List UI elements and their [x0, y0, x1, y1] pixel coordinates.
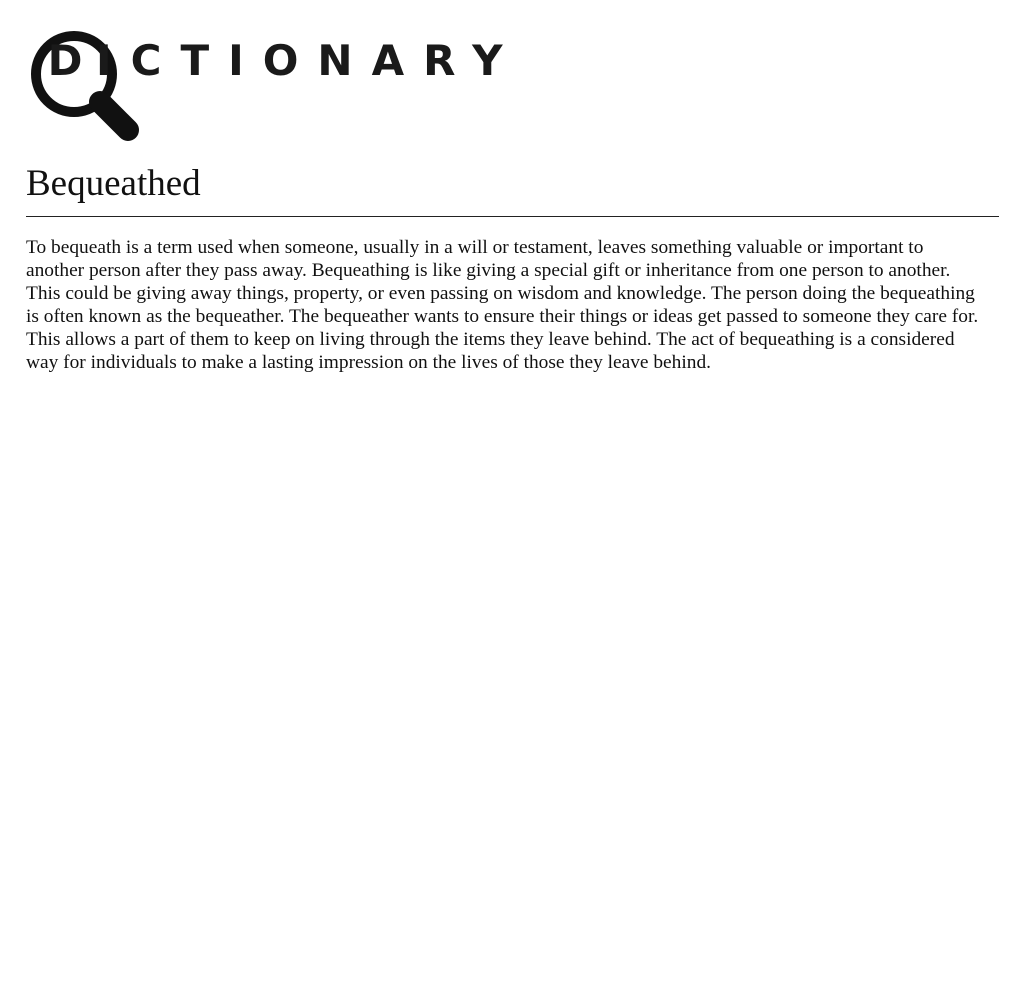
title-divider	[26, 216, 999, 217]
entry-definition: To bequeath is a term used when someone,…	[26, 237, 979, 373]
logo-letter-d: D	[47, 36, 83, 85]
dictionary-logo[interactable]: D ICTIONARY	[26, 0, 999, 160]
logo-letters: ICTIONARY	[96, 36, 522, 85]
entry-title: Bequeathed	[26, 163, 201, 204]
logo-wordmark: D ICTIONARY	[36, 40, 522, 82]
dictionary-page: D ICTIONARY Bequeathed To bequeath is a t…	[26, 0, 999, 373]
